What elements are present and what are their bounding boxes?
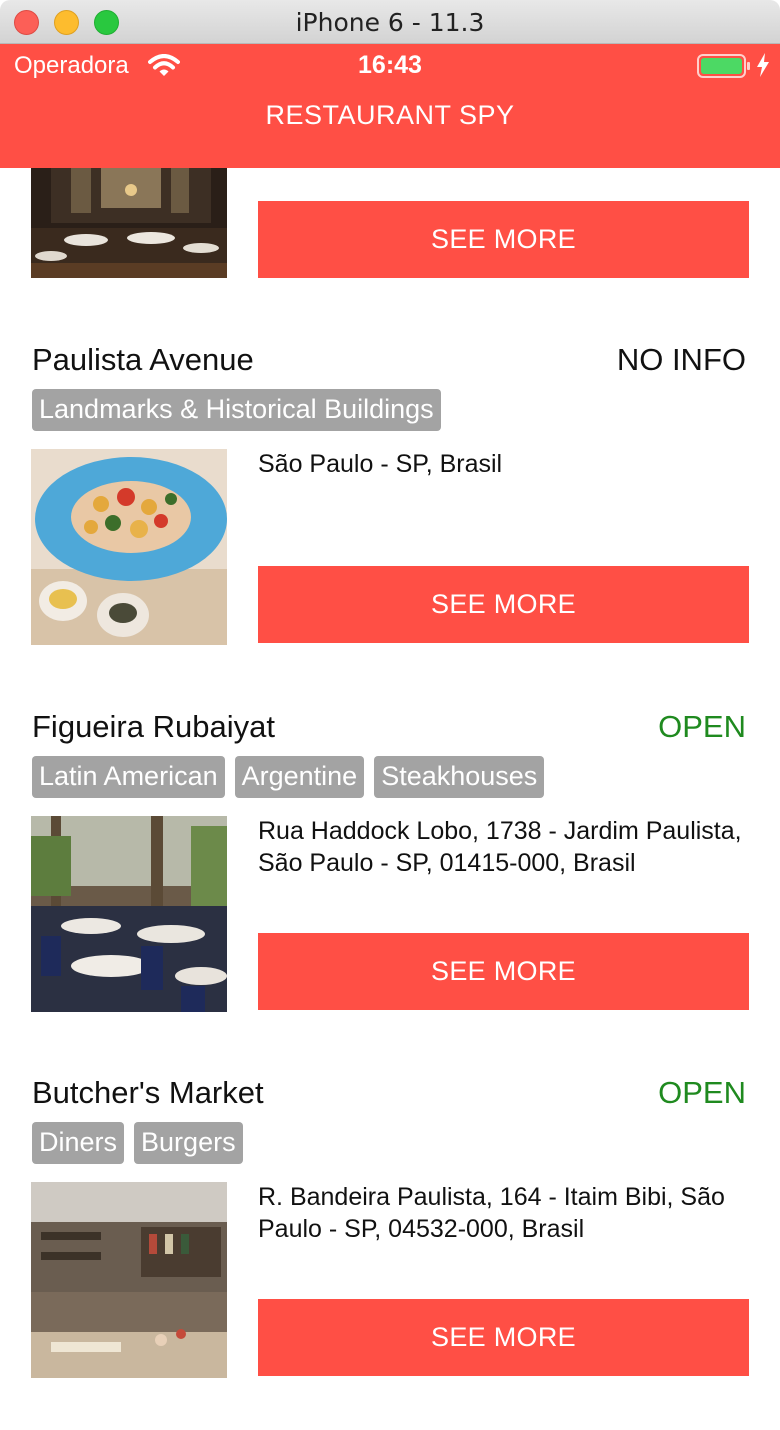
- restaurant-card: SEE MORE: [0, 168, 780, 304]
- restaurant-address: R. Bandeira Paulista, 164 - Itaim Bibi, …: [258, 1183, 725, 1243]
- restaurant-card: Figueira Rubaiyat OPEN Latin American Ar…: [0, 709, 780, 1019]
- see-more-button[interactable]: SEE MORE: [258, 201, 749, 278]
- restaurant-address: São Paulo - SP, Brasil: [258, 450, 503, 478]
- restaurant-name: Figueira Rubaiyat: [32, 709, 275, 744]
- restaurant-card: Paulista Avenue NO INFO Landmarks & Hist…: [0, 342, 780, 652]
- restaurant-list[interactable]: SEE MORE Paulista Avenue NO INFO Landmar…: [0, 168, 780, 1430]
- window-title: iPhone 6 - 11.3: [295, 8, 485, 37]
- category-tag: Argentine: [234, 756, 365, 798]
- restaurant-photo: [31, 449, 227, 645]
- restaurant-name: Paulista Avenue: [32, 342, 254, 377]
- see-more-button[interactable]: SEE MORE: [258, 1299, 749, 1376]
- category-tag: Diners: [32, 1122, 125, 1164]
- category-tags: Landmarks & Historical Buildings: [32, 389, 441, 431]
- restaurant-name: Butcher's Market: [32, 1075, 264, 1110]
- battery-icon: [697, 54, 750, 78]
- category-tags: Diners Burgers: [32, 1122, 243, 1164]
- restaurant-photo: [31, 1182, 227, 1378]
- status-label: OPEN: [658, 709, 746, 744]
- nav-title: RESTAURANT SPY: [265, 100, 515, 130]
- status-label: NO INFO: [616, 342, 746, 377]
- status-time: 16:43: [358, 51, 422, 79]
- app-header: Operadora 16:43 RESTAURANT SPY: [0, 44, 780, 168]
- restaurant-photo: [31, 168, 227, 278]
- category-tag: Burgers: [134, 1122, 243, 1164]
- see-more-button[interactable]: SEE MORE: [258, 566, 749, 643]
- category-tag: Latin American: [32, 756, 225, 798]
- category-tags: Latin American Argentine Steakhouses: [32, 756, 545, 798]
- restaurant-address: Rua Haddock Lobo, 1738 - Jardim Paulista…: [258, 817, 742, 877]
- see-more-button[interactable]: SEE MORE: [258, 933, 749, 1010]
- status-label: OPEN: [658, 1075, 746, 1110]
- category-tag: Steakhouses: [374, 756, 545, 798]
- charging-bolt-icon: [757, 53, 769, 77]
- restaurant-card: Butcher's Market OPEN Diners Burgers R. …: [0, 1075, 780, 1395]
- simulator-titlebar: iPhone 6 - 11.3: [0, 0, 780, 44]
- restaurant-photo: [31, 816, 227, 1012]
- category-tag: Landmarks & Historical Buildings: [32, 389, 441, 431]
